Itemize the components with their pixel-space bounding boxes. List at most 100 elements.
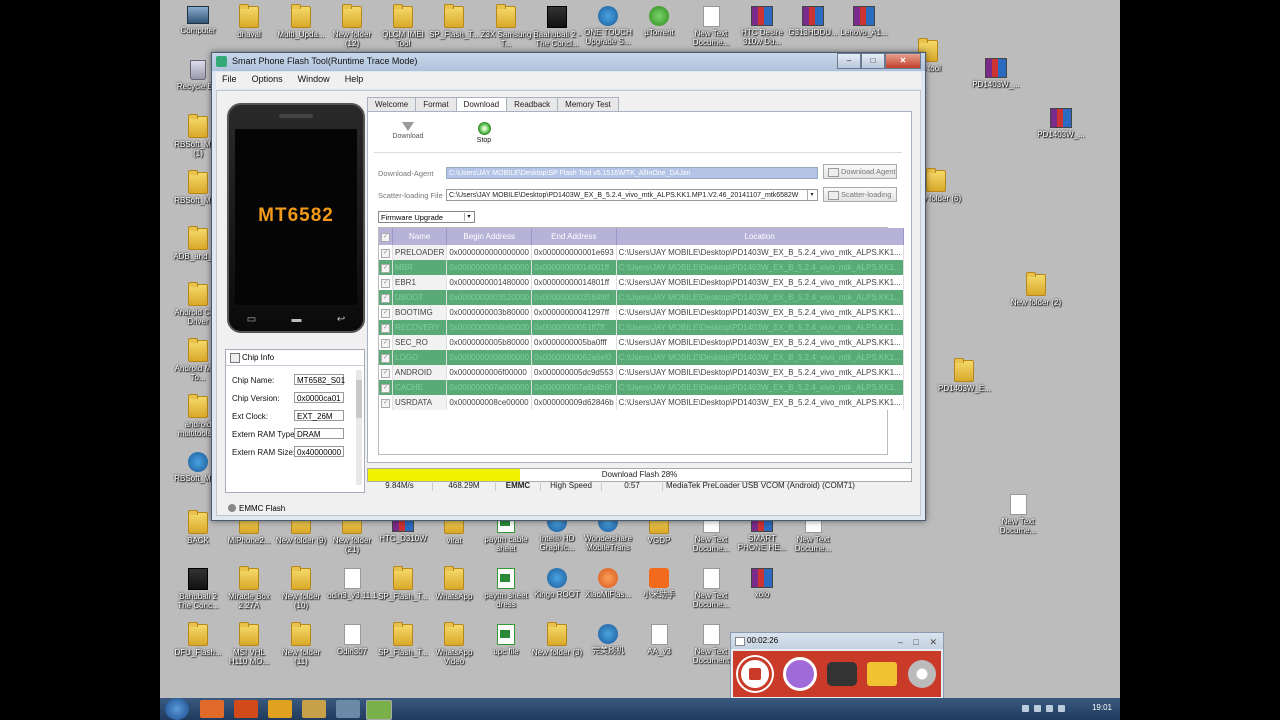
- menu-help[interactable]: Help: [339, 72, 370, 86]
- desktop-icon[interactable]: Multi_Upda...: [275, 4, 327, 39]
- tray-icon[interactable]: [1022, 705, 1029, 712]
- row-checkbox[interactable]: ✓: [381, 309, 390, 318]
- close-button[interactable]: ✕: [885, 53, 921, 69]
- desktop-icon[interactable]: New Text Docume...: [685, 568, 737, 609]
- recorder-titlebar[interactable]: 00:02:26 – □ ✕: [731, 633, 943, 649]
- tray-icon[interactable]: [1034, 705, 1041, 712]
- desktop-icon[interactable]: upc file: [480, 624, 532, 656]
- desktop-icon[interactable]: New folder (12): [326, 4, 378, 48]
- desktop-icon[interactable]: XiaoMiFlas...: [582, 568, 634, 599]
- desktop-icon[interactable]: dhaval: [223, 4, 275, 39]
- tab-welcome[interactable]: Welcome: [367, 97, 417, 111]
- desktop-icon[interactable]: Z3X Samsung T...: [480, 4, 532, 48]
- download-button[interactable]: Download: [388, 122, 428, 140]
- desktop-icon[interactable]: xolo: [736, 568, 788, 599]
- table-row[interactable]: ✓ BOOTIMG 0x0000000003b80000 0x000000000412…: [379, 305, 904, 320]
- desktop-icon[interactable]: SP_Flash_T...: [377, 566, 429, 601]
- desktop-icon[interactable]: 小米助手: [633, 568, 685, 599]
- row-checkbox[interactable]: ✓: [381, 324, 390, 333]
- media-taskbar-icon[interactable]: [268, 700, 292, 718]
- tab-download[interactable]: Download: [455, 97, 508, 112]
- firefox-taskbar-icon[interactable]: [200, 700, 224, 718]
- desktop-icon[interactable]: Miracle Box 2.27A: [223, 566, 275, 610]
- row-checkbox[interactable]: ✓: [381, 279, 390, 288]
- desktop-icon[interactable]: New folder (10): [275, 566, 327, 610]
- record-stop-icon[interactable]: [738, 657, 773, 691]
- desktop-icon[interactable]: odin3_v3.11.1: [326, 568, 378, 600]
- row-checkbox[interactable]: ✓: [381, 384, 390, 393]
- row-checkbox[interactable]: ✓: [381, 339, 390, 348]
- desktop-icon[interactable]: PD1403W_E...: [938, 358, 991, 393]
- download-agent-button[interactable]: Download Agent: [823, 164, 897, 179]
- desktop-icon[interactable]: PD1403W_...: [1035, 108, 1087, 139]
- row-checkbox[interactable]: ✓: [381, 249, 390, 258]
- row-checkbox[interactable]: ✓: [381, 294, 390, 303]
- network-icon[interactable]: [1046, 705, 1053, 712]
- desktop-icon[interactable]: Bahubali 2 The Conc...: [172, 568, 224, 610]
- folder-icon[interactable]: [867, 662, 898, 686]
- desktop-icon[interactable]: Computer: [172, 6, 224, 35]
- maximize-button[interactable]: □: [861, 53, 885, 69]
- tab-readback[interactable]: Readback: [506, 97, 559, 111]
- desktop-icon[interactable]: ONE TOUCH Upgrade S...: [582, 6, 634, 46]
- mode-select[interactable]: Firmware Upgrade ▾: [378, 211, 475, 223]
- download-agent-field[interactable]: C:\Users\JAY MOBILE\Desktop\SP Flash Too…: [446, 167, 818, 179]
- desktop-icon[interactable]: AA_v3: [633, 624, 685, 656]
- desktop-icon[interactable]: WhatsApp Video: [428, 622, 480, 666]
- chip-info-scrollbar[interactable]: [356, 370, 362, 485]
- col-location[interactable]: Location: [616, 228, 904, 245]
- clock[interactable]: 19:01: [1092, 703, 1112, 712]
- desktop-icon[interactable]: New Text Docume...: [685, 6, 737, 47]
- desktop-icon[interactable]: G313HDDU...: [787, 6, 839, 37]
- col-name[interactable]: Name: [392, 228, 448, 245]
- desktop-icon[interactable]: Lenovo_A1...: [838, 6, 890, 37]
- minimize-button[interactable]: –: [837, 53, 861, 69]
- scatter-loading-button[interactable]: Scatter-loading: [823, 187, 897, 202]
- desktop-icon[interactable]: Baahubali 2 - The Concl...: [531, 6, 583, 48]
- gear-icon[interactable]: [907, 660, 936, 688]
- row-checkbox[interactable]: ✓: [381, 354, 390, 363]
- desktop-icon[interactable]: MSI VHL H110 MO...: [223, 622, 275, 666]
- row-checkbox[interactable]: ✓: [381, 369, 390, 378]
- desktop-icon[interactable]: PD1403W_...: [970, 58, 1022, 89]
- emmc-flash-item[interactable]: EMMC Flash: [225, 501, 363, 515]
- window-taskbar-icon[interactable]: [336, 700, 360, 718]
- table-row[interactable]: ✓ UBOOT 0x0000000003520000 0x0000000003584f…: [379, 290, 904, 305]
- camera-icon[interactable]: [826, 662, 857, 686]
- chip-info-header[interactable]: Chip Info: [226, 350, 364, 366]
- tab-format[interactable]: Format: [415, 97, 457, 111]
- table-row[interactable]: ✓ CACHE 0x000000007a000000 0x000000007a6b4b…: [379, 380, 904, 395]
- explorer-taskbar-icon[interactable]: [302, 700, 326, 718]
- menu-file[interactable]: File: [216, 72, 243, 86]
- table-row[interactable]: ✓ USRDATA 0x000000008ce00000 0x000000009d62…: [379, 395, 904, 410]
- menu-options[interactable]: Options: [246, 72, 289, 86]
- stop-button[interactable]: Stop: [464, 122, 504, 144]
- desktop-icon[interactable]: paytm sheet dress: [480, 568, 532, 609]
- desktop-icon[interactable]: SP_Flash_T...: [428, 4, 480, 39]
- desktop-icon[interactable]: HTC Desire 310w Du...: [736, 6, 788, 46]
- flash-tool-taskbar-icon[interactable]: [366, 700, 392, 720]
- desktop-icon[interactable]: SP_Flash_T...: [377, 622, 429, 657]
- desktop-icon[interactable]: Odin307: [326, 624, 378, 656]
- select-all-checkbox[interactable]: ✓: [381, 233, 390, 242]
- table-row[interactable]: ✓ LOGO 0x0000000006080000 0x00000000062a6ef…: [379, 350, 904, 365]
- row-checkbox[interactable]: ✓: [381, 264, 390, 273]
- window-titlebar[interactable]: Smart Phone Flash Tool(Runtime Trace Mod…: [212, 53, 925, 71]
- col-end[interactable]: End Address: [531, 228, 617, 245]
- desktop-icon[interactable]: DFU_Flash...: [172, 622, 224, 657]
- table-row[interactable]: ✓ ANDROID 0x0000000006f00000 0x000000005dc9…: [379, 365, 904, 380]
- table-row[interactable]: ✓ PRELOADER 0x0000000000000000 0x0000000000…: [379, 245, 904, 260]
- desktop-icon[interactable]: QLCM IMEI Tool: [377, 4, 429, 48]
- select-all-header[interactable]: ✓: [379, 228, 393, 245]
- desktop-icon[interactable]: New folder (2): [1010, 272, 1062, 307]
- table-row[interactable]: ✓ RECOVERY 0x0000000004b80000 0x00000000051…: [379, 320, 904, 335]
- scatter-dropdown-icon[interactable]: ▾: [807, 190, 816, 200]
- desktop-icon[interactable]: New Text Docume...: [992, 494, 1044, 535]
- desktop-icon[interactable]: 完美刷机: [582, 624, 634, 655]
- app-taskbar-icon[interactable]: [234, 700, 258, 718]
- desktop-icon[interactable]: µTorrent: [633, 6, 685, 37]
- recorder-window-controls[interactable]: – □ ✕: [898, 634, 937, 650]
- col-begin[interactable]: Begin Address: [446, 228, 532, 245]
- desktop-icon[interactable]: New folder (3): [531, 622, 583, 657]
- desktop-icon[interactable]: New folder (11): [275, 622, 327, 666]
